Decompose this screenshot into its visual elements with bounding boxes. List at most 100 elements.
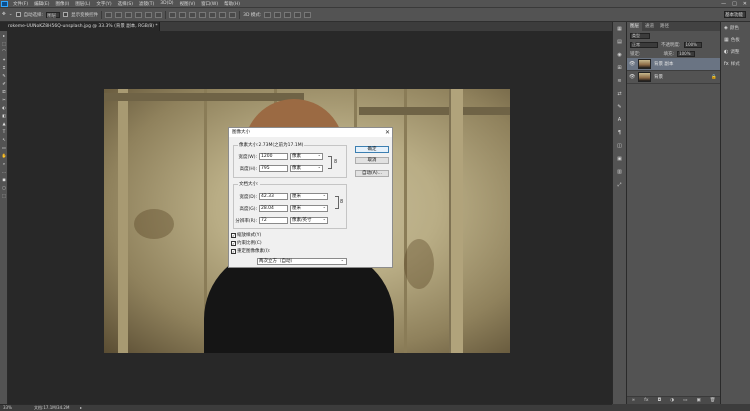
distribute-left-icon[interactable] bbox=[199, 11, 207, 18]
3d-drag-icon[interactable] bbox=[284, 11, 292, 18]
crop-tool-icon[interactable]: ⌗ bbox=[1, 65, 7, 70]
canvas-area[interactable]: 图像大小 ✕ 像素大小:2.73M(之前为17.1M) 宽度(W): 1200 … bbox=[8, 31, 612, 404]
cancel-button[interactable]: 取消 bbox=[355, 157, 389, 164]
3d-scale-icon[interactable] bbox=[304, 11, 312, 18]
distribute-right-icon[interactable] bbox=[219, 11, 227, 18]
menu-file[interactable]: 文件(F) bbox=[10, 1, 31, 7]
menu-type[interactable]: 文字(Y) bbox=[93, 1, 114, 7]
quick-mask-icon[interactable]: ⬚ bbox=[1, 193, 7, 198]
move-tool-icon[interactable]: ✥ bbox=[2, 12, 6, 17]
clone-stamp-tool-icon[interactable]: ✂ bbox=[1, 97, 7, 102]
layer-name[interactable]: 背景 副本 bbox=[654, 61, 673, 67]
eyedropper-tool-icon[interactable]: ✎ bbox=[1, 73, 7, 78]
pixel-width-unit-select[interactable]: 像素 bbox=[290, 152, 323, 160]
doc-width-unit-select[interactable]: 厘米 bbox=[290, 192, 328, 200]
path-select-tool-icon[interactable]: ↖ bbox=[1, 137, 7, 142]
distribute-center-icon[interactable] bbox=[209, 11, 217, 18]
foreground-color-icon[interactable]: ◼ bbox=[1, 177, 7, 182]
close-icon[interactable]: ✕ bbox=[385, 128, 390, 137]
opacity-input[interactable]: 100% bbox=[683, 41, 702, 48]
close-window-icon[interactable]: ✕ bbox=[743, 1, 747, 7]
adjustment-layer-icon[interactable]: ◑ bbox=[670, 397, 674, 404]
document-tab[interactable]: rokeme-UUNoKZ8H56Q-unsplash.jpg @ 33.3% … bbox=[0, 22, 160, 31]
marquee-tool-icon[interactable]: ⬚ bbox=[1, 41, 7, 46]
layer-name[interactable]: 背景 bbox=[654, 74, 663, 80]
align-bottom-icon[interactable] bbox=[125, 11, 133, 18]
pixel-height-unit-select[interactable]: 像素 bbox=[290, 164, 323, 172]
fill-input[interactable]: 100% bbox=[677, 50, 696, 57]
healing-brush-tool-icon[interactable]: ✐ bbox=[1, 81, 7, 86]
minimize-icon[interactable]: — bbox=[721, 1, 726, 7]
visibility-eye-icon[interactable]: 👁 bbox=[629, 74, 635, 80]
distribute-bottom-icon[interactable] bbox=[189, 11, 197, 18]
align-left-icon[interactable] bbox=[135, 11, 143, 18]
menu-image[interactable]: 图像(I) bbox=[52, 1, 72, 7]
ok-button[interactable]: 确定 bbox=[355, 146, 389, 153]
history-panel-icon[interactable]: ▦ bbox=[616, 26, 624, 32]
type-tool-icon[interactable]: T bbox=[1, 129, 7, 134]
layer-style-icon[interactable]: fx bbox=[644, 397, 648, 404]
menu-select[interactable]: 选择(S) bbox=[115, 1, 136, 7]
layer-mask-icon[interactable]: ◘ bbox=[658, 397, 662, 404]
navigator-panel-icon[interactable]: ⊞ bbox=[616, 65, 624, 71]
pixel-width-input[interactable]: 1200 bbox=[259, 153, 288, 160]
menu-view[interactable]: 视图(V) bbox=[177, 1, 199, 7]
doc-width-input[interactable]: 42.33 bbox=[259, 193, 288, 200]
align-top-icon[interactable] bbox=[105, 11, 113, 18]
zoom-level[interactable]: 33% bbox=[3, 405, 12, 411]
resolution-input[interactable]: 72 bbox=[259, 217, 288, 224]
paragraph-panel-icon[interactable]: ¶ bbox=[616, 130, 624, 136]
maximize-icon[interactable]: □ bbox=[732, 1, 737, 7]
menu-3d[interactable]: 3D(D) bbox=[157, 1, 176, 6]
more-tools-icon[interactable]: … bbox=[1, 169, 7, 174]
resample-option[interactable]: ✓ 重定图像像素(I): bbox=[231, 248, 270, 254]
lasso-tool-icon[interactable]: ⌒ bbox=[1, 49, 7, 54]
adjustments-panel-button[interactable]: ◐ 调整 bbox=[721, 46, 750, 58]
status-menu-arrow-icon[interactable]: ▸ bbox=[80, 405, 82, 411]
align-middle-icon[interactable] bbox=[115, 11, 123, 18]
doc-height-unit-select[interactable]: 厘米 bbox=[290, 204, 328, 212]
character-panel-icon[interactable]: A bbox=[616, 117, 624, 123]
styles-panel-button[interactable]: fx 样式 bbox=[721, 58, 750, 70]
menu-help[interactable]: 帮助(H) bbox=[221, 1, 243, 7]
align-right-icon[interactable] bbox=[155, 11, 163, 18]
tab-layers[interactable]: 图层 bbox=[627, 22, 642, 31]
brush-tool-icon[interactable]: ⎚ bbox=[1, 89, 7, 94]
gradient-tool-icon[interactable]: ▲ bbox=[1, 121, 7, 126]
tab-channels[interactable]: 通道 bbox=[642, 22, 657, 31]
scale-styles-checkbox[interactable]: ✓ bbox=[231, 232, 236, 238]
hand-tool-icon[interactable]: ✋ bbox=[1, 153, 7, 158]
properties-panel-icon[interactable]: ◫ bbox=[616, 143, 624, 149]
clone-source-icon[interactable]: ⇄ bbox=[616, 91, 624, 97]
show-transform-checkbox[interactable] bbox=[63, 12, 69, 17]
timeline-panel-icon[interactable]: ▥ bbox=[616, 169, 624, 175]
blend-mode-select[interactable]: 正常 bbox=[630, 41, 658, 48]
tab-paths[interactable]: 路径 bbox=[657, 22, 672, 31]
link-layers-icon[interactable]: ∞ bbox=[632, 397, 636, 404]
chevron-down-icon[interactable]: ⌄ bbox=[9, 12, 13, 17]
distribute-middle-icon[interactable] bbox=[179, 11, 187, 18]
brush-panel-icon[interactable]: ✎ bbox=[616, 104, 624, 110]
tools-panel-icon[interactable]: ⤢ bbox=[616, 182, 624, 188]
dialog-title-bar[interactable]: 图像大小 ✕ bbox=[229, 128, 392, 137]
resample-method-select[interactable]: 两次立方（自动） bbox=[257, 257, 347, 265]
menu-layer[interactable]: 图层(L) bbox=[72, 1, 93, 7]
brush-presets-icon[interactable]: ≋ bbox=[616, 78, 624, 84]
pixel-height-input[interactable]: 795 bbox=[259, 165, 288, 172]
trash-icon[interactable]: 🗑 bbox=[710, 397, 716, 404]
visibility-eye-icon[interactable]: 👁 bbox=[629, 61, 635, 67]
3d-rotate-icon[interactable] bbox=[264, 11, 272, 18]
constrain-proportions-checkbox[interactable]: ✓ bbox=[231, 240, 236, 246]
scale-styles-option[interactable]: ✓ 缩放样式(Y) bbox=[231, 232, 261, 238]
libraries-panel-icon[interactable]: ▣ bbox=[616, 156, 624, 162]
layer-row[interactable]: 👁 背景 🔒 bbox=[627, 71, 720, 84]
info-panel-icon[interactable]: ◉ bbox=[616, 52, 624, 58]
distribute-top-icon[interactable] bbox=[169, 11, 177, 18]
layer-row[interactable]: 👁 背景 副本 bbox=[627, 58, 720, 71]
resolution-unit-select[interactable]: 像素/英寸 bbox=[290, 216, 328, 224]
background-color-icon[interactable]: ◻ bbox=[1, 185, 7, 190]
zoom-tool-icon[interactable]: ⌕ bbox=[1, 161, 7, 166]
menu-filter[interactable]: 滤镜(T) bbox=[136, 1, 157, 7]
shape-tool-icon[interactable]: ▭ bbox=[1, 145, 7, 150]
eraser-tool-icon[interactable]: ◧ bbox=[1, 113, 7, 118]
